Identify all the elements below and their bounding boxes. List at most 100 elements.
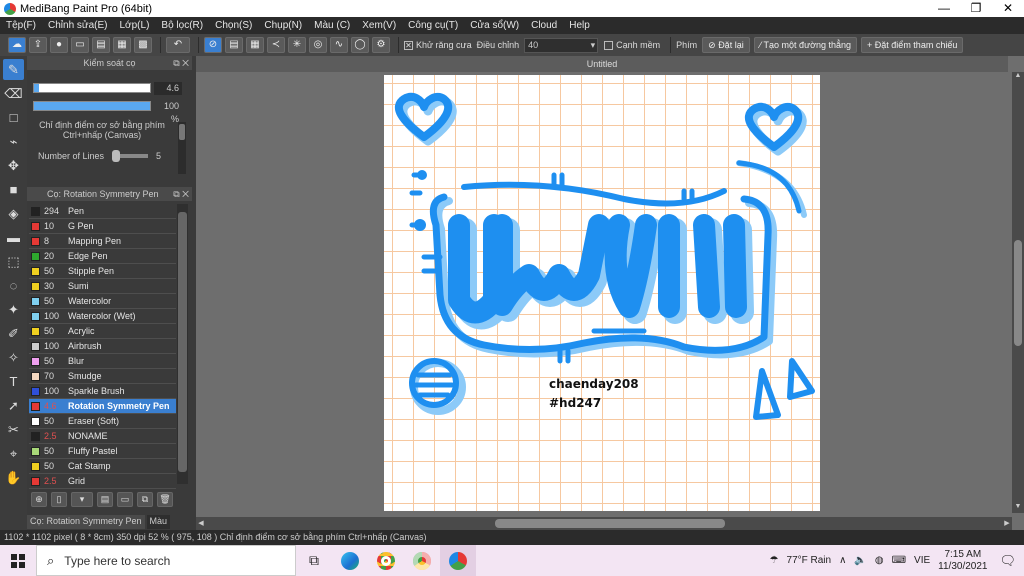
menu-cloud[interactable]: Cloud (531, 20, 557, 31)
move-tool-icon[interactable]: ✥ (3, 155, 24, 176)
brush-opacity-track[interactable] (33, 101, 151, 111)
ellipse-snap-icon[interactable]: ◯ (351, 37, 369, 53)
bucket-tool-icon[interactable]: ◈ (3, 203, 24, 224)
canvas-vertical-scrollbar[interactable]: ▲ ▼ (1012, 72, 1024, 513)
panel-close-icon[interactable]: ⧉ ✕ (173, 56, 189, 70)
page-icon[interactable]: ▤ (92, 37, 110, 53)
upload-icon[interactable]: ⇪ (29, 37, 47, 53)
hand-tool-icon[interactable]: ✋ (3, 467, 24, 488)
scroll-right-icon[interactable]: ▶ (1002, 517, 1012, 530)
eraser-tool-icon[interactable]: ⌫ (3, 83, 24, 104)
brush-size-slider[interactable]: 4.6 (33, 81, 182, 95)
brush-row[interactable]: 100 Sparkle Brush (29, 384, 176, 399)
folder-icon[interactable]: ▭ (117, 491, 133, 507)
speaker-icon[interactable]: 🔈 (854, 555, 866, 566)
adjust-combo[interactable]: 40 (524, 37, 599, 53)
edge-icon[interactable] (332, 545, 368, 576)
brush-row[interactable]: 50 Stipple Pen (29, 264, 176, 279)
brush-size-track[interactable] (33, 83, 151, 93)
add-brush-icon[interactable]: ⊕ (31, 491, 47, 507)
settings-icon[interactable]: ⚙ (372, 37, 390, 53)
weather-icon[interactable]: ☂ (770, 555, 779, 566)
brush-row[interactable]: 50 Eraser (Soft) (29, 414, 176, 429)
menu-edit[interactable]: Chỉnh sửa(E) (48, 20, 108, 31)
brush-row[interactable]: 70 Smudge (29, 369, 176, 384)
brush-list-close-icon[interactable]: ⧉ ✕ (173, 187, 189, 201)
parallel-snap-icon[interactable]: ▤ (225, 37, 243, 53)
brush-row[interactable]: 4.6 Rotation Symmetry Pen (29, 399, 176, 414)
new-brush-icon[interactable]: ▯ (51, 491, 67, 507)
brush-settings-icon[interactable]: ▤ (97, 491, 113, 507)
menu-tools[interactable]: Công cụ(T) (408, 20, 458, 31)
brush-size-value[interactable]: 4.6 (154, 81, 182, 95)
network-icon[interactable]: ◍ (875, 555, 884, 566)
lasso-tool-icon[interactable]: ◌ (3, 275, 24, 296)
layout-icon[interactable]: ▦ (113, 37, 131, 53)
curve-snap-icon[interactable]: ∿ (330, 37, 348, 53)
brush-row[interactable]: 20 Edge Pen (29, 249, 176, 264)
menu-help[interactable]: Help (569, 20, 590, 31)
select-eraser-tool-icon[interactable]: ✧ (3, 347, 24, 368)
brush-row[interactable]: 100 Airbrush (29, 339, 176, 354)
menu-color[interactable]: Màu (C) (314, 20, 350, 31)
menu-view[interactable]: Xem(V) (362, 20, 396, 31)
close-icon[interactable]: ✕ (992, 0, 1024, 17)
fill-rect-tool-icon[interactable]: ■ (3, 179, 24, 200)
ref-point-button[interactable]: + Đặt điểm tham chiếu (861, 37, 964, 53)
menu-filter[interactable]: Bộ lọc(R) (161, 20, 203, 31)
select-pen-tool-icon[interactable]: ✐ (3, 323, 24, 344)
start-button[interactable] (0, 545, 36, 576)
magic-wand-tool-icon[interactable]: ✦ (3, 299, 24, 320)
cloud-icon[interactable]: ☁ (8, 37, 26, 53)
brush-row[interactable]: 50 Blur (29, 354, 176, 369)
chrome-icon[interactable] (368, 545, 404, 576)
scroll-down-icon[interactable]: ▼ (1012, 503, 1024, 513)
keyboard-icon[interactable]: ⌨ (892, 555, 906, 566)
vertical-scroll-thumb[interactable] (1014, 240, 1022, 346)
brush-control-scrollbar[interactable] (178, 122, 186, 174)
menu-window[interactable]: Cửa sổ(W) (470, 20, 519, 31)
circle-snap-icon[interactable]: ◎ (309, 37, 327, 53)
text-tool-icon[interactable]: T (3, 371, 24, 392)
brush-row[interactable]: 8 Mapping Pen (29, 234, 176, 249)
brush-row[interactable]: 50 Fluffy Pastel (29, 444, 176, 459)
minimize-icon[interactable]: — (928, 0, 960, 17)
operation-tool-icon[interactable]: ➚ (3, 395, 24, 416)
brush-list-scrollbar[interactable] (177, 204, 188, 484)
brush-row[interactable]: 2.5 Grid (29, 474, 176, 489)
undo-icon[interactable]: ↶ (166, 37, 190, 53)
divide-tool-icon[interactable]: ✂ (3, 419, 24, 440)
document-tab[interactable]: Untitled (196, 56, 1008, 72)
taskbar-search[interactable]: ⌕ Type here to search (36, 545, 296, 576)
dot-tool-icon[interactable]: ⌁ (3, 131, 24, 152)
maximize-icon[interactable]: ❐ (960, 0, 992, 17)
brush-opacity-slider[interactable]: 100 % (33, 99, 182, 124)
grid-view-icon[interactable]: ▩ (134, 37, 152, 53)
straight-line-button[interactable]: ⁄ Tạo một đường thẳng (753, 37, 858, 53)
lines-knob[interactable] (112, 150, 121, 162)
gradient-tool-icon[interactable]: ▬ (3, 227, 24, 248)
scroll-left-icon[interactable]: ◀ (196, 517, 206, 530)
menu-layer[interactable]: Lớp(L) (120, 20, 150, 31)
brush-row[interactable]: 50 Acrylic (29, 324, 176, 339)
brush-row[interactable]: 10 G Pen (29, 219, 176, 234)
tray-chevron-icon[interactable]: ∧ (839, 555, 846, 566)
comment-icon[interactable]: ● (50, 37, 68, 53)
task-view-icon[interactable]: ⧉ (296, 545, 332, 576)
chrome-icon-2[interactable] (404, 545, 440, 576)
brush-tool-icon[interactable]: ✎ (3, 59, 24, 80)
brush-opacity-value[interactable]: 100 % (154, 100, 182, 124)
brush-row[interactable]: 50 Cat Stamp (29, 459, 176, 474)
snap-off-icon[interactable]: ⊘ (204, 37, 222, 53)
lines-slider[interactable] (112, 150, 149, 162)
canvas-page[interactable]: chaenday208 #hd247 (384, 75, 820, 511)
vanish-snap-icon[interactable]: ≺ (267, 37, 285, 53)
medibang-taskbar-icon[interactable] (440, 545, 476, 576)
shape-tool-icon[interactable]: □ (3, 107, 24, 128)
antialias-checkbox[interactable]: ✕ (404, 40, 413, 50)
reset-button[interactable]: ⊘ Đặt lại (702, 37, 750, 53)
menu-file[interactable]: Tệp(F) (6, 20, 36, 31)
weather-text[interactable]: 77°F Rain (787, 555, 832, 566)
menu-select[interactable]: Chọn(S) (215, 20, 252, 31)
language-indicator[interactable]: VIE (914, 555, 930, 566)
